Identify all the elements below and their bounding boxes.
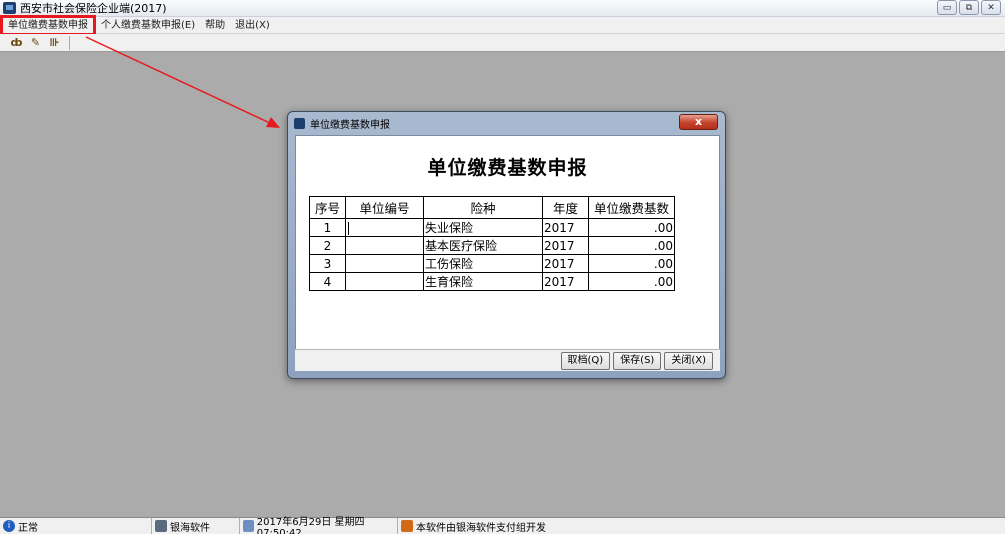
toolbar-separator: [69, 35, 70, 50]
menu-bar: 单位缴费基数申报 个人缴费基数申报(E) 帮助 退出(X): [0, 14, 1005, 36]
info-icon: i: [3, 520, 15, 532]
header-year: 年度: [542, 196, 589, 219]
header-unit-id: 单位编号: [345, 196, 424, 219]
toolbar: ȸ ✎ ⊪: [0, 34, 1005, 52]
cell-unit-id-input[interactable]: [345, 272, 424, 291]
declaration-table: 序号 单位编号 险种 年度 单位缴费基数 1 失业保险 2017 .00 2 基…: [309, 196, 675, 291]
cell-seq: 4: [309, 272, 346, 291]
cell-base-input[interactable]: .00: [588, 236, 675, 255]
cell-seq: 1: [309, 218, 346, 237]
edit-icon[interactable]: ✎: [29, 36, 42, 49]
menu-unit-base-declaration[interactable]: 单位缴费基数申报: [0, 14, 96, 36]
status-bar: i 正常 银海软件 2017年6月29日 星期四 07:50:42 本软件由银海…: [0, 517, 1005, 534]
header-insurance-type: 险种: [423, 196, 543, 219]
window-title: 西安市社会保险企业端(2017): [20, 2, 167, 15]
cell-insurance-type: 工伤保险: [423, 254, 543, 273]
base-declaration-dialog: 单位缴费基数申报 x 单位缴费基数申报 序号 单位编号 险种 年度 单位缴费基数…: [287, 111, 726, 379]
close-window-button[interactable]: ✕: [981, 0, 1001, 15]
sound-icon[interactable]: ȸ: [10, 36, 23, 49]
cell-insurance-type: 基本医疗保险: [423, 236, 543, 255]
table-row: 3 工伤保险 2017 .00: [309, 254, 675, 273]
cell-insurance-type: 失业保险: [423, 218, 543, 237]
status-credit: 本软件由银海软件支付组开发: [416, 522, 546, 534]
exit-door-icon[interactable]: ⊪: [48, 36, 61, 49]
home-icon: [401, 520, 413, 532]
cell-year: 2017: [542, 218, 589, 237]
cell-base-input[interactable]: .00: [588, 272, 675, 291]
status-company: 银海软件: [170, 522, 210, 534]
status-credit-segment: 本软件由银海软件支付组开发: [398, 518, 546, 534]
table-header-row: 序号 单位编号 险种 年度 单位缴费基数: [309, 196, 675, 219]
restore-button[interactable]: ⧉: [959, 0, 979, 15]
dialog-footer: 取档(Q) 保存(S) 关闭(X): [295, 349, 720, 371]
cell-year: 2017: [542, 254, 589, 273]
cancel-button[interactable]: 取档(Q): [560, 351, 611, 370]
cell-year: 2017: [542, 272, 589, 291]
dialog-titlebar: 单位缴费基数申报 x: [288, 112, 725, 134]
menu-personal-base-declaration[interactable]: 个人缴费基数申报(E): [96, 18, 200, 33]
status-datetime-segment: 2017年6月29日 星期四 07:50:42: [240, 517, 398, 534]
dialog-heading: 单位缴费基数申报: [427, 157, 588, 179]
table-row: 2 基本医疗保险 2017 .00: [309, 236, 675, 255]
cell-seq: 3: [309, 254, 346, 273]
close-button[interactable]: 关闭(X): [664, 351, 713, 370]
dialog-body: 单位缴费基数申报 序号 单位编号 险种 年度 单位缴费基数 1 失业保险 201…: [295, 135, 720, 371]
header-seq: 序号: [309, 196, 346, 219]
menu-exit[interactable]: 退出(X): [230, 18, 275, 33]
cell-year: 2017: [542, 236, 589, 255]
cell-insurance-type: 生育保险: [423, 272, 543, 291]
window-titlebar: 西安市社会保险企业端(2017) ▭ ⧉ ✕: [0, 0, 1005, 17]
table-row: 4 生育保险 2017 .00: [309, 272, 675, 291]
calendar-icon: [243, 520, 254, 532]
dialog-title: 单位缴费基数申报: [310, 119, 390, 131]
minimize-button[interactable]: ▭: [937, 0, 957, 15]
dialog-close-button[interactable]: x: [679, 114, 718, 130]
company-icon: [155, 520, 167, 532]
save-button[interactable]: 保存(S): [613, 351, 662, 370]
header-base: 单位缴费基数: [588, 196, 675, 219]
status-state-segment: i 正常: [0, 518, 152, 534]
table-row: 1 失业保险 2017 .00: [309, 218, 675, 237]
menu-help[interactable]: 帮助: [200, 18, 230, 33]
dialog-app-icon: [294, 117, 305, 129]
status-state: 正常: [18, 522, 38, 534]
cell-unit-id-input[interactable]: [345, 236, 424, 255]
text-cursor: [348, 221, 349, 235]
window-controls: ▭ ⧉ ✕: [937, 0, 1001, 15]
app-icon: [3, 2, 16, 14]
cell-seq: 2: [309, 236, 346, 255]
status-datetime: 2017年6月29日 星期四 07:50:42: [256, 517, 365, 534]
cell-base-input[interactable]: .00: [588, 254, 675, 273]
status-company-segment: 银海软件: [152, 518, 240, 534]
cell-unit-id-input[interactable]: [345, 254, 424, 273]
cell-unit-id-input[interactable]: [345, 218, 424, 237]
cell-base-input[interactable]: .00: [588, 218, 675, 237]
